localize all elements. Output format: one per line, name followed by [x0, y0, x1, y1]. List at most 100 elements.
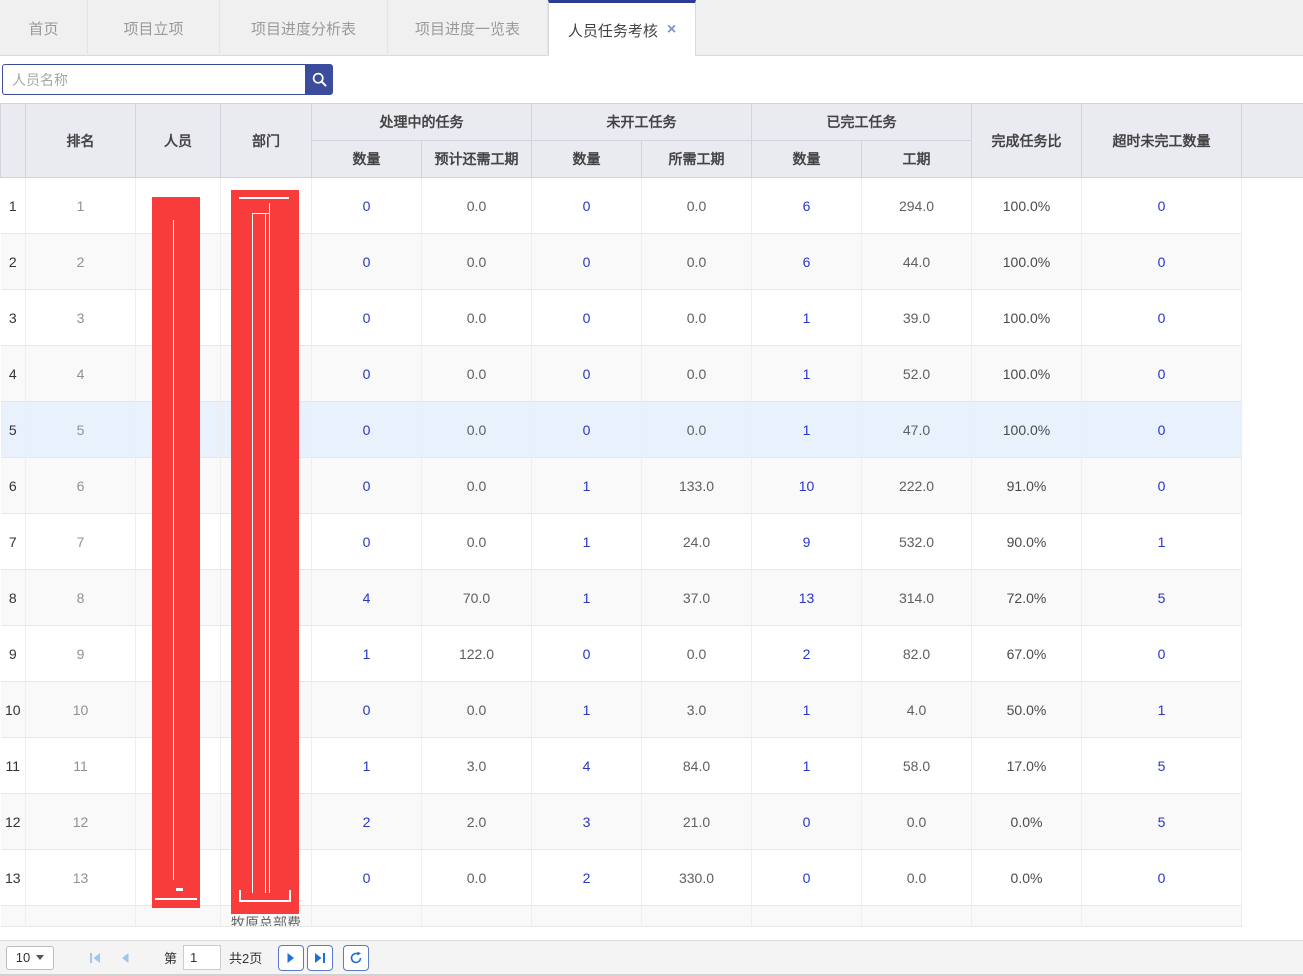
- cell-in_days: 2.0: [422, 794, 532, 850]
- first-page-button[interactable]: [82, 945, 108, 971]
- last-page-button[interactable]: [307, 945, 333, 971]
- cell-in_count: 0: [312, 458, 422, 514]
- cell-ratio: 100.0%: [972, 346, 1082, 402]
- cell-done_count: 1: [752, 682, 862, 738]
- cell-in_days: 122.0: [422, 626, 532, 682]
- cell-empty: [1082, 906, 1242, 927]
- cell-ns_days: 330.0: [642, 850, 752, 906]
- table-header: 排名 人员 部门 处理中的任务 未开工任务 已完工任务 完成任务比 超时未完工数…: [1, 104, 1303, 178]
- cell-in_count: 2: [312, 794, 422, 850]
- search-icon: [311, 71, 328, 88]
- cell-in_days: 0.0: [422, 234, 532, 290]
- cell-filler: [1242, 514, 1303, 570]
- cell-filler: [1242, 290, 1303, 346]
- cell-done_days: 39.0: [862, 290, 972, 346]
- cell-overdue: 0: [1082, 234, 1242, 290]
- cell-filler: [1242, 234, 1303, 290]
- cell-ratio: 100.0%: [972, 290, 1082, 346]
- cell-overdue: 5: [1082, 570, 1242, 626]
- cell-overdue: 0: [1082, 290, 1242, 346]
- refresh-button[interactable]: [343, 945, 369, 971]
- cell-ns_days: 0.0: [642, 234, 752, 290]
- tab-label: 人员任务考核: [568, 20, 658, 41]
- cell-empty: [972, 906, 1082, 927]
- tab-home[interactable]: 首页: [0, 0, 88, 56]
- last-page-icon: [313, 951, 327, 965]
- cell-done_count: 0: [752, 850, 862, 906]
- cell-ratio: 0.0%: [972, 794, 1082, 850]
- page-size-select[interactable]: 10: [6, 946, 54, 970]
- tab-personnel-assessment[interactable]: 人员任务考核 ×: [548, 0, 696, 57]
- cell-no: 13: [1, 850, 26, 906]
- tab-progress-analysis[interactable]: 项目进度分析表: [220, 0, 388, 56]
- col-header-person[interactable]: 人员: [136, 104, 221, 178]
- cell-no: 1: [1, 178, 26, 234]
- cell-rank: 8: [26, 570, 136, 626]
- cell-ratio: 100.0%: [972, 234, 1082, 290]
- cell-empty: [642, 906, 752, 927]
- cell-rank: 13: [26, 850, 136, 906]
- cell-no: 11: [1, 738, 26, 794]
- next-page-icon: [284, 951, 298, 965]
- cell-filler: [1242, 178, 1303, 234]
- cell-ratio: 100.0%: [972, 178, 1082, 234]
- cell-no: 5: [1, 402, 26, 458]
- cell-overdue: 0: [1082, 626, 1242, 682]
- table-row-partial[interactable]: 牧原总部费: [1, 906, 1303, 927]
- cell-in_days: 0.0: [422, 458, 532, 514]
- cell-rank: 10: [26, 682, 136, 738]
- close-icon[interactable]: ×: [667, 22, 676, 38]
- col-header-overdue[interactable]: 超时未完工数量: [1082, 104, 1242, 178]
- cell-ns_days: 0.0: [642, 402, 752, 458]
- tab-label: 项目立项: [123, 18, 183, 39]
- tab-project-initiation[interactable]: 项目立项: [88, 0, 220, 56]
- cell-done_days: 47.0: [862, 402, 972, 458]
- col-header-completion-ratio[interactable]: 完成任务比: [972, 104, 1082, 178]
- cell-in_days: 0.0: [422, 850, 532, 906]
- col-header-inprogress-days[interactable]: 预计还需工期: [422, 141, 532, 178]
- cell-ns_count: 0: [532, 290, 642, 346]
- prev-page-button[interactable]: [112, 945, 138, 971]
- search-input[interactable]: [2, 64, 305, 95]
- col-header-notstarted-count[interactable]: 数量: [532, 141, 642, 178]
- col-header-done-count[interactable]: 数量: [752, 141, 862, 178]
- cell-done_count: 13: [752, 570, 862, 626]
- cell-overdue: 1: [1082, 682, 1242, 738]
- col-group-in-progress: 处理中的任务: [312, 104, 532, 141]
- cell-ns_count: 1: [532, 458, 642, 514]
- col-header-notstarted-days[interactable]: 所需工期: [642, 141, 752, 178]
- cell-ratio: 67.0%: [972, 626, 1082, 682]
- search-button[interactable]: [305, 64, 333, 95]
- cell-in_count: 0: [312, 346, 422, 402]
- col-header-done-days[interactable]: 工期: [862, 141, 972, 178]
- refresh-icon: [349, 951, 363, 965]
- cell-no: 7: [1, 514, 26, 570]
- cell-ns_days: 0.0: [642, 346, 752, 402]
- cell-rank: 12: [26, 794, 136, 850]
- cell-no: 6: [1, 458, 26, 514]
- prev-page-icon: [118, 951, 132, 965]
- cell-done_count: 6: [752, 178, 862, 234]
- tab-progress-overview[interactable]: 项目进度一览表: [388, 0, 548, 56]
- cell-no: 12: [1, 794, 26, 850]
- page-number-input[interactable]: [183, 945, 221, 970]
- col-header-inprogress-count[interactable]: 数量: [312, 141, 422, 178]
- cell-ns_count: 0: [532, 346, 642, 402]
- col-header-rank[interactable]: 排名: [26, 104, 136, 178]
- cell-in_count: 0: [312, 682, 422, 738]
- col-header-dept[interactable]: 部门: [221, 104, 312, 178]
- cell-empty: [752, 906, 862, 927]
- next-page-button[interactable]: [278, 945, 304, 971]
- cell-in_days: 0.0: [422, 514, 532, 570]
- cell-rank: 1: [26, 178, 136, 234]
- col-group-completed: 已完工任务: [752, 104, 972, 141]
- cell-done_count: 1: [752, 290, 862, 346]
- page-label-prefix: 第: [164, 948, 177, 967]
- cell-done_days: 0.0: [862, 850, 972, 906]
- cell-ns_days: 24.0: [642, 514, 752, 570]
- cell-ratio: 72.0%: [972, 570, 1082, 626]
- cell-ns_count: 1: [532, 682, 642, 738]
- cell-empty: [312, 906, 422, 927]
- cell-ns_days: 3.0: [642, 682, 752, 738]
- cell-filler: [1242, 794, 1303, 850]
